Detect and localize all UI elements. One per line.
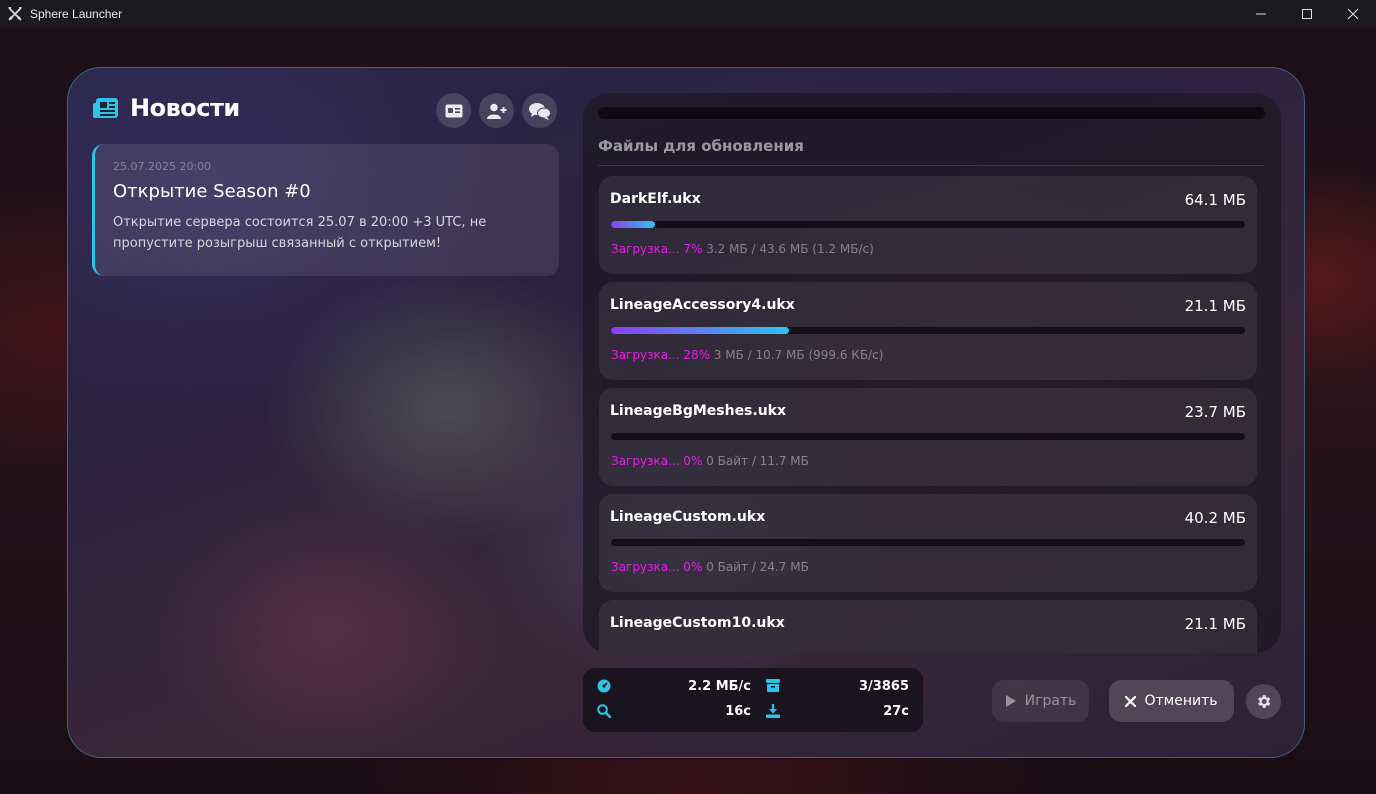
search-icon xyxy=(597,704,611,718)
launcher-background: Новости 25.07.2025 20:00 Открытие Season… xyxy=(0,28,1376,794)
close-icon[interactable] xyxy=(1330,0,1376,28)
minimize-icon[interactable] xyxy=(1238,0,1284,28)
files-heading: Файлы для обновления xyxy=(598,137,804,155)
file-status-detail: 0 Байт / 11.7 МБ xyxy=(706,454,809,468)
file-name: LineageCustom10.ukx xyxy=(610,615,785,631)
file-name: LineageAccessory4.ukx xyxy=(610,297,795,313)
file-status-label: Загрузка... 0% xyxy=(611,560,703,574)
user-plus-icon[interactable] xyxy=(479,93,514,128)
gauge-icon xyxy=(597,679,611,693)
divider xyxy=(598,165,1265,166)
file-status-label: Загрузка... 7% xyxy=(611,242,703,256)
cancel-button[interactable]: Отменить xyxy=(1109,680,1234,722)
file-progress-bar xyxy=(611,221,1245,228)
file-status: Загрузка... 28% 3 МБ / 10.7 МБ (999.6 КБ… xyxy=(611,348,883,362)
news-body: Открытие сервера состоится 25.07 в 20:00… xyxy=(113,215,487,251)
file-progress-fill xyxy=(611,221,656,228)
file-size: 40.2 МБ xyxy=(1184,509,1246,527)
news-header: Новости xyxy=(92,94,240,122)
overall-progress-bar xyxy=(598,107,1265,119)
window-titlebar[interactable]: Sphere Launcher xyxy=(0,0,1376,28)
file-progress-bar xyxy=(611,539,1245,546)
file-status: Загрузка... 7% 3.2 МБ / 43.6 МБ (1.2 МБ/… xyxy=(611,242,874,256)
file-row: DarkElf.ukx 64.1 МБ Загрузка... 7% 3.2 М… xyxy=(599,176,1257,274)
launcher-card: Новости 25.07.2025 20:00 Открытие Season… xyxy=(67,67,1305,758)
file-size: 21.1 МБ xyxy=(1184,615,1246,633)
file-row: LineageBgMeshes.ukx 23.7 МБ Загрузка... … xyxy=(599,388,1257,486)
close-icon xyxy=(1125,695,1137,707)
file-row: LineageAccessory4.ukx 21.1 МБ Загрузка..… xyxy=(599,282,1257,380)
file-status-detail: 3 МБ / 10.7 МБ (999.6 КБ/с) xyxy=(713,348,884,362)
news-date: 25.07.2025 20:00 xyxy=(113,160,212,173)
file-status: Загрузка... 0% 0 Байт / 24.7 МБ xyxy=(611,560,809,574)
id-card-icon[interactable] xyxy=(436,93,471,128)
file-size: 64.1 МБ xyxy=(1184,191,1246,209)
crossed-swords-icon xyxy=(7,6,23,22)
file-name: LineageCustom.ukx xyxy=(610,509,766,525)
file-size: 23.7 МБ xyxy=(1184,403,1246,421)
window-controls xyxy=(1238,0,1376,28)
cancel-label: Отменить xyxy=(1144,693,1218,709)
newspaper-icon xyxy=(92,94,120,122)
play-label: Играть xyxy=(1024,693,1077,709)
file-progress-fill xyxy=(611,327,789,334)
download-time-value: 27с xyxy=(883,704,909,719)
file-row: LineageCustom10.ukx 21.1 МБ xyxy=(599,600,1257,653)
file-progress-bar xyxy=(611,433,1245,440)
maximize-icon[interactable] xyxy=(1284,0,1330,28)
file-status-label: Загрузка... 28% xyxy=(611,348,710,362)
check-time-value: 16с xyxy=(725,704,751,719)
chat-bubbles-icon[interactable] xyxy=(522,93,557,128)
settings-button[interactable] xyxy=(1246,684,1281,719)
file-size: 21.1 МБ xyxy=(1184,297,1246,315)
gear-icon xyxy=(1258,695,1271,708)
archive-icon xyxy=(766,679,780,692)
files-count-value: 3/3865 xyxy=(859,679,909,694)
news-title: Новости xyxy=(130,94,240,122)
speed-value: 2.2 МБ/с xyxy=(688,679,751,694)
file-status: Загрузка... 0% 0 Байт / 11.7 МБ xyxy=(611,454,809,468)
news-actions xyxy=(436,93,557,128)
play-button[interactable]: Играть xyxy=(992,680,1089,722)
file-progress-bar xyxy=(611,327,1245,334)
news-item-title: Открытие Season #0 xyxy=(113,181,311,202)
file-name: LineageBgMeshes.ukx xyxy=(610,403,787,419)
download-icon xyxy=(766,704,780,718)
file-row: LineageCustom.ukx 40.2 МБ Загрузка... 0%… xyxy=(599,494,1257,592)
play-icon xyxy=(1005,695,1016,707)
download-stats: 2.2 МБ/с 3/3865 16с 27с xyxy=(583,668,923,732)
window-title: Sphere Launcher xyxy=(30,7,123,21)
file-name: DarkElf.ukx xyxy=(610,191,701,207)
file-status-label: Загрузка... 0% xyxy=(611,454,703,468)
file-status-detail: 0 Байт / 24.7 МБ xyxy=(706,560,809,574)
files-panel: Файлы для обновления DarkElf.ukx 64.1 МБ… xyxy=(583,93,1281,653)
news-item[interactable]: 25.07.2025 20:00 Открытие Season #0 Откр… xyxy=(92,144,559,276)
file-status-detail: 3.2 МБ / 43.6 МБ (1.2 МБ/с) xyxy=(706,242,874,256)
